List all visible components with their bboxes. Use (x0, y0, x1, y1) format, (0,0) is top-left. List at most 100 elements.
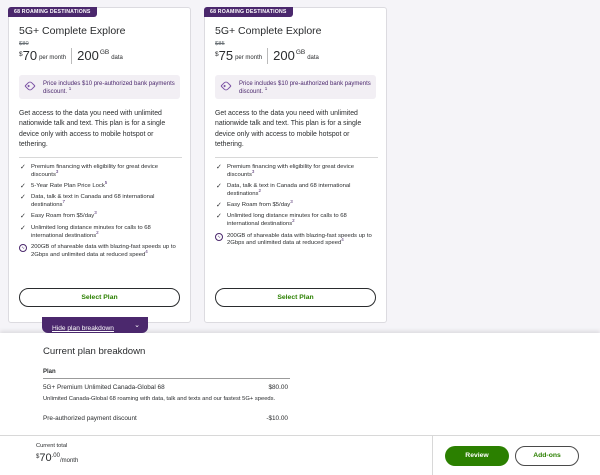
breakdown-title: Current plan breakdown (43, 346, 146, 357)
breakdown-divider (43, 378, 290, 379)
plan-title: 5G+ Complete Explore (19, 25, 126, 37)
feature-text: Premium financing with eligibility for g… (227, 164, 355, 178)
price-tag-icon (220, 80, 232, 92)
promo-banner: Price includes $10 pre-authorized bank p… (19, 75, 180, 99)
feature-item: ✓ Data, talk & text in Canada and 68 inte… (19, 194, 184, 210)
data-amount: 200 (273, 48, 295, 63)
plan-breakdown-panel: Current plan breakdown Plan 5G+ Premium … (0, 333, 600, 435)
price-row: $ 70 per month 200 GB data (19, 48, 123, 68)
add-ons-button[interactable]: Add-ons (515, 446, 579, 466)
current-total-amount: $ 70 .00 /month (36, 452, 78, 464)
feature-text: Data, talk & text in Canada and 68 inter… (227, 183, 351, 197)
footnote-link[interactable]: 4 (341, 237, 344, 243)
footnote-link[interactable]: 3 (56, 169, 59, 174)
data-unit: GB (99, 49, 110, 56)
feature-text: 200GB of shareable data with blazing-fas… (227, 232, 372, 247)
total-period: /month (59, 458, 79, 464)
feature-list: ✓ Premium financing with eligibility for … (215, 164, 380, 252)
footnote-link[interactable]: 4 (145, 249, 148, 254)
feature-item: ✓ Easy Roam from $5/day3 (215, 199, 380, 210)
feature-text: Easy Roam from $5/day (31, 213, 95, 220)
checkmark-icon: ✓ (20, 213, 26, 221)
chevron-down-icon: ⌄ (134, 322, 140, 329)
feature-text: Unlimited long distance minutes for call… (227, 213, 347, 228)
current-total-label: Current total (36, 443, 68, 449)
feature-item: ✓ Unlimited long distance minutes for cal… (19, 225, 184, 241)
price-period: per month (39, 55, 67, 61)
promo-footnote[interactable]: 1 (265, 86, 268, 91)
feature-item: ✓ Premium financing with eligibility for … (215, 164, 380, 180)
checkmark-icon: ✓ (20, 224, 26, 232)
feature-item: ∿ 200GB of shareable data with blazing-fa… (19, 243, 184, 260)
promo-text: Price includes $10 pre-authorized bank p… (43, 80, 175, 96)
footnote-link[interactable]: 2 (292, 218, 295, 224)
feature-item: ∿ 200GB of shareable data with blazing-fa… (215, 232, 380, 249)
data-label: data (307, 55, 319, 61)
select-plan-button[interactable]: Select Plan (19, 288, 180, 307)
checkmark-icon: ✓ (20, 194, 26, 202)
feature-text: Premium financing with eligibility for g… (31, 164, 159, 178)
breakdown-item-amount: -$10.00 (266, 415, 288, 422)
feature-item: ✓ 5-Year Rate Plan Price Lock5 (19, 180, 184, 191)
breakdown-item-amount: $80.00 (268, 384, 288, 391)
checkmark-icon: ✓ (216, 164, 222, 171)
feature-text: Data, talk & text in Canada and 68 inter… (31, 194, 155, 209)
plan-description: Get access to the data you need with unl… (215, 110, 362, 148)
feature-text: 5-Year Rate Plan Price Lock (31, 183, 105, 190)
promo-banner: Price includes $10 pre-authorized bank p… (215, 75, 376, 99)
feature-item: ✓ Easy Roam from $5/day3 (19, 211, 184, 221)
footer-divider (432, 436, 433, 475)
old-price: $85 (215, 41, 225, 47)
feature-text: 200GB of shareable data with blazing-fas… (31, 243, 176, 258)
signal-wave-icon: ∿ (19, 243, 27, 252)
footnote-link[interactable]: 2 (96, 230, 99, 235)
promo-text: Price includes $10 pre-authorized bank p… (239, 80, 371, 96)
price-period: per month (235, 55, 263, 61)
feature-item: ✓ Data, talk & text in Canada and 68 inte… (215, 183, 380, 199)
old-price: $80 (19, 41, 29, 47)
checkmark-icon: ✓ (20, 164, 26, 171)
breakdown-item-name: Pre-authorized payment discount (43, 415, 137, 422)
feature-text: Unlimited long distance minutes for call… (31, 224, 151, 239)
footnote-link[interactable]: 7 (62, 199, 65, 204)
total-decimal: .00 (51, 453, 60, 459)
hide-breakdown-link[interactable]: Hide plan breakdown (52, 325, 114, 332)
promo-footnote[interactable]: 1 (69, 86, 72, 91)
select-plan-button[interactable]: Select Plan (215, 288, 376, 307)
feature-list: ✓ Premium financing with eligibility for … (19, 164, 184, 263)
price-tag-icon (24, 80, 36, 92)
checkmark-icon: ✓ (216, 183, 222, 191)
checkmark-icon: ✓ (20, 183, 26, 191)
feature-item: ✓ Unlimited long distance minutes for cal… (215, 213, 380, 229)
feature-text: Easy Roam from $5/day (227, 202, 291, 209)
checkmark-icon: ✓ (216, 202, 222, 210)
price-amount: 75 (218, 48, 234, 63)
plan-title: 5G+ Complete Explore (215, 25, 322, 37)
review-button[interactable]: Review (445, 446, 509, 466)
footnote-link[interactable]: 3 (252, 169, 255, 174)
breakdown-header: Plan (43, 369, 56, 375)
plan-card: 68 ROAMING DESTINATIONS 5G+ Complete Exp… (8, 7, 191, 323)
promo-label: Price includes $10 pre-authorized bank p… (239, 81, 371, 95)
footnote-link[interactable]: 3 (290, 199, 293, 204)
signal-wave-icon: ∿ (215, 232, 223, 241)
hide-breakdown-tab[interactable]: Hide plan breakdown ⌄ (42, 317, 148, 333)
promo-label: Price includes $10 pre-authorized bank p… (43, 81, 175, 95)
breakdown-item-name: 5G+ Premium Unlimited Canada-Global 68 (43, 384, 165, 391)
footnote-link[interactable]: 5 (105, 180, 108, 185)
roaming-badge: 68 ROAMING DESTINATIONS (8, 7, 97, 17)
plan-description: Get access to the data you need with unl… (19, 110, 166, 148)
footnote-link[interactable]: 2 (258, 188, 261, 193)
breakdown-item-detail: Unlimited Canada-Global 68 roaming with … (43, 396, 276, 402)
price-amount: 70 (22, 48, 38, 63)
feature-item: ✓ Premium financing with eligibility for … (19, 164, 184, 180)
roaming-badge: 68 ROAMING DESTINATIONS (204, 7, 293, 17)
checkmark-icon: ✓ (216, 213, 222, 221)
data-label: data (111, 55, 123, 61)
footer-bar: Current total $ 70 .00 /month Review Add… (0, 435, 600, 475)
price-divider (267, 48, 269, 64)
footnote-link[interactable]: 3 (94, 211, 97, 216)
total-whole: 70 (39, 452, 52, 464)
divider (19, 157, 182, 158)
price-row: $ 75 per month 200 GB data (215, 48, 319, 68)
